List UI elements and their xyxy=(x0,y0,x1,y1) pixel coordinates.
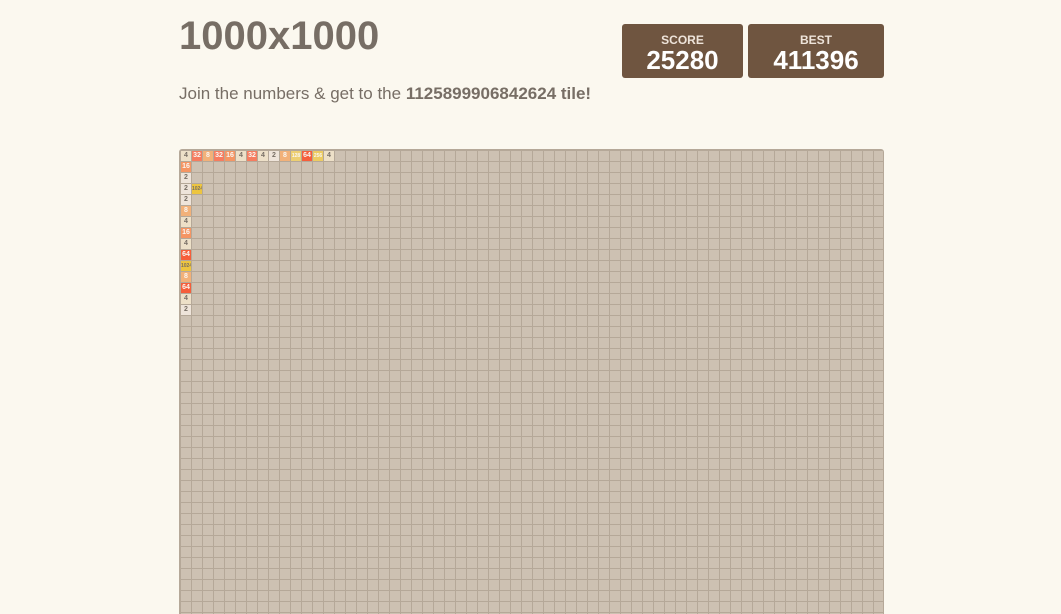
intro-text: Join the numbers & get to the xyxy=(179,84,406,103)
tile: 128 xyxy=(291,151,301,161)
tile: 2 xyxy=(269,151,279,161)
tile: 64 xyxy=(302,151,312,161)
tile: 16 xyxy=(225,151,235,161)
tile: 1024 xyxy=(192,184,202,194)
tile: 64 xyxy=(181,250,191,260)
tile: 16 xyxy=(181,162,191,172)
score-box: SCORE 25280 xyxy=(622,24,743,78)
tile: 256 xyxy=(313,151,323,161)
tile: 8 xyxy=(280,151,290,161)
game-board[interactable]: 4328321643242812864256416222841646410248… xyxy=(179,149,884,614)
tile: 4 xyxy=(181,294,191,304)
tile: 8 xyxy=(181,272,191,282)
game-title: 1000x1000 xyxy=(179,14,380,58)
tile: 8 xyxy=(181,206,191,216)
game-page: 1000x1000 SCORE 25280 BEST 411396 Join t… xyxy=(0,0,1061,614)
game-intro: Join the numbers & get to the 1125899906… xyxy=(179,84,591,104)
tile: 4 xyxy=(181,217,191,227)
tile: 2 xyxy=(181,173,191,183)
intro-target: 1125899906842624 tile! xyxy=(405,84,592,103)
tile: 32 xyxy=(247,151,257,161)
tile: 4 xyxy=(324,151,334,161)
tile: 32 xyxy=(214,151,224,161)
tile: 4 xyxy=(258,151,268,161)
tile: 1024 xyxy=(181,261,191,271)
tile: 8 xyxy=(203,151,213,161)
best-score-box: BEST 411396 xyxy=(748,24,884,78)
tile: 2 xyxy=(181,195,191,205)
tile: 2 xyxy=(181,184,191,194)
tile: 2 xyxy=(181,305,191,315)
score-value: 25280 xyxy=(646,45,719,75)
scores-container: SCORE 25280 BEST 411396 xyxy=(622,24,884,78)
best-value: 411396 xyxy=(773,45,859,75)
tile: 16 xyxy=(181,228,191,238)
tile: 64 xyxy=(181,283,191,293)
tile: 4 xyxy=(181,151,191,161)
tile: 4 xyxy=(236,151,246,161)
tile: 4 xyxy=(181,239,191,249)
tile: 32 xyxy=(192,151,202,161)
